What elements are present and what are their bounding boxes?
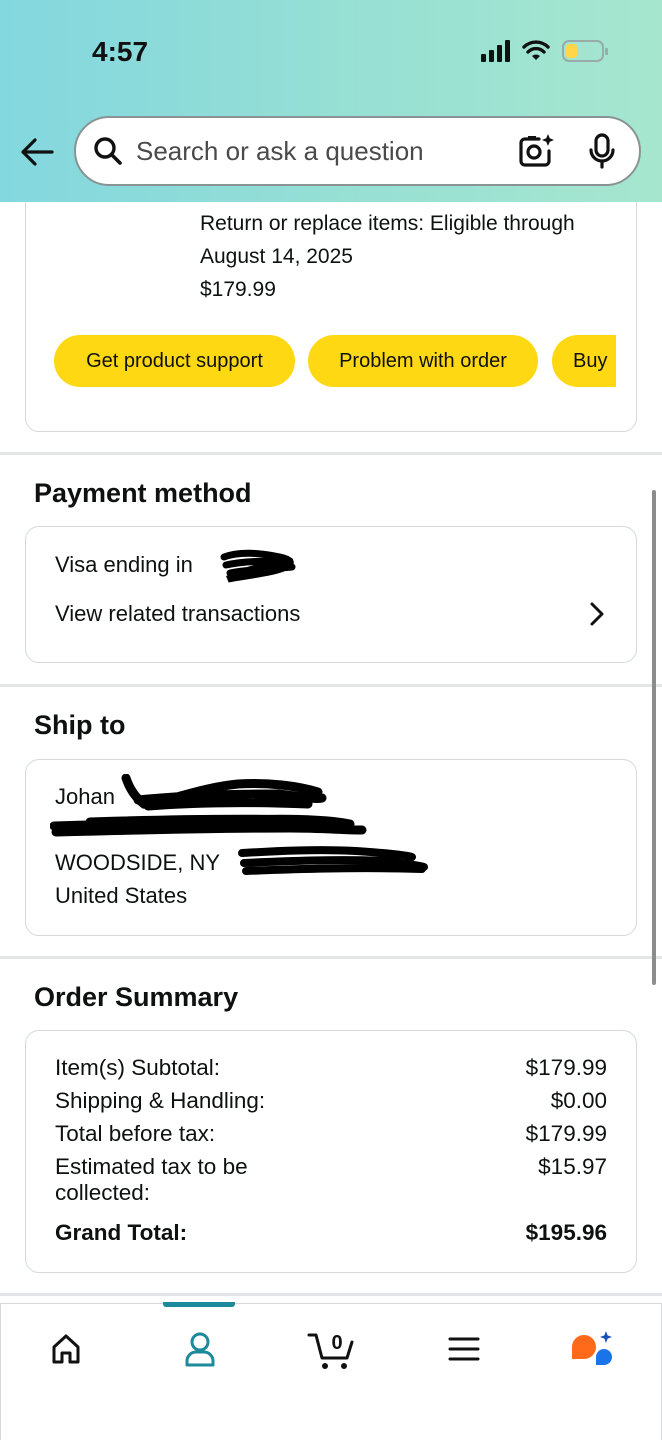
summary-row-grand-total: Grand Total: $195.96 <box>55 1220 607 1246</box>
summary-value: $179.99 <box>525 1121 607 1146</box>
nav-cart[interactable]: 0 <box>305 1326 359 1372</box>
chevron-right-icon[interactable] <box>588 601 606 627</box>
return-eligibility-text: Return or replace items: Eligible throug… <box>200 212 575 235</box>
order-summary-card: Item(s) Subtotal: $179.99 Shipping & Han… <box>25 1030 637 1273</box>
status-time: 4:57 <box>92 36 149 67</box>
person-icon <box>185 1332 215 1367</box>
cart-count: 0 <box>331 1332 342 1354</box>
camera-search-icon[interactable] <box>517 132 555 170</box>
redacted-name <box>121 774 327 811</box>
bottom-navigation: 0 <box>0 1302 662 1440</box>
nav-rufus-assistant[interactable] <box>567 1326 617 1372</box>
get-product-support-button[interactable]: Get product support <box>54 335 295 387</box>
summary-row-subtotal: Item(s) Subtotal: $179.99 <box>55 1055 607 1081</box>
problem-with-order-button[interactable]: Problem with order <box>308 335 538 387</box>
nav-menu[interactable] <box>439 1326 489 1372</box>
cart-icon: 0 <box>307 1332 354 1369</box>
hamburger-menu-icon <box>448 1337 480 1361</box>
home-icon <box>52 1334 80 1364</box>
payment-method-card <box>25 526 637 663</box>
payment-method-title: Payment method <box>34 478 252 508</box>
view-related-transactions-link[interactable]: View related transactions <box>55 601 300 627</box>
cellular-signal-icon <box>481 40 510 62</box>
country-line: United States <box>55 883 188 908</box>
summary-label: Shipping & Handling: <box>55 1088 266 1113</box>
wifi-icon <box>522 40 550 60</box>
nav-home[interactable] <box>41 1326 91 1372</box>
search-icon <box>94 137 122 165</box>
back-arrow-icon[interactable] <box>18 134 58 170</box>
recipient-name: Johan <box>55 784 115 809</box>
item-price: $179.99 <box>200 278 276 301</box>
summary-row-total-before-tax: Total before tax: $179.99 <box>55 1121 607 1147</box>
battery-icon <box>562 40 608 62</box>
redacted-street-address <box>50 814 367 837</box>
summary-label-line1: Estimated tax to be <box>55 1154 248 1179</box>
section-divider <box>0 956 662 959</box>
summary-label-line2: collected: <box>55 1180 151 1205</box>
summary-value: $179.99 <box>525 1055 607 1080</box>
grand-total-label: Grand Total: <box>55 1220 188 1245</box>
summary-row-shipping: Shipping & Handling: $0.00 <box>55 1088 607 1114</box>
section-divider <box>0 452 662 455</box>
nav-account[interactable] <box>175 1326 225 1372</box>
summary-label: Total before tax: <box>55 1121 216 1146</box>
buy-again-button[interactable]: Buy <box>552 335 616 387</box>
app-header: 4:57 <box>0 0 662 202</box>
scrollbar[interactable] <box>652 490 656 985</box>
section-divider <box>0 684 662 687</box>
summary-row-estimated-tax: Estimated tax to be collected: $15.97 <box>55 1154 607 1206</box>
item-action-buttons: Get product support Problem with order B… <box>54 335 616 387</box>
redacted-zip-code <box>238 846 428 875</box>
summary-label: Estimated tax to be collected: <box>55 1154 248 1206</box>
summary-value: $15.97 <box>538 1154 607 1179</box>
return-eligibility-date: August 14, 2025 <box>200 245 353 268</box>
microphone-icon[interactable] <box>587 133 617 169</box>
card-ending-label: Visa ending in <box>55 552 193 577</box>
grand-total-value: $195.96 <box>525 1220 607 1245</box>
city-state-line: WOODSIDE, NY <box>55 850 221 875</box>
search-input[interactable] <box>136 135 517 167</box>
summary-label: Item(s) Subtotal: <box>55 1055 221 1080</box>
status-icons <box>481 40 608 62</box>
section-divider <box>0 1293 662 1296</box>
ai-assistant-icon <box>572 1331 612 1365</box>
active-tab-indicator <box>163 1302 235 1307</box>
search-bar[interactable] <box>74 116 641 186</box>
order-summary-title: Order Summary <box>34 982 239 1012</box>
ship-to-title: Ship to <box>34 710 126 740</box>
redacted-card-digits <box>220 549 296 583</box>
summary-value: $0.00 <box>550 1088 607 1113</box>
